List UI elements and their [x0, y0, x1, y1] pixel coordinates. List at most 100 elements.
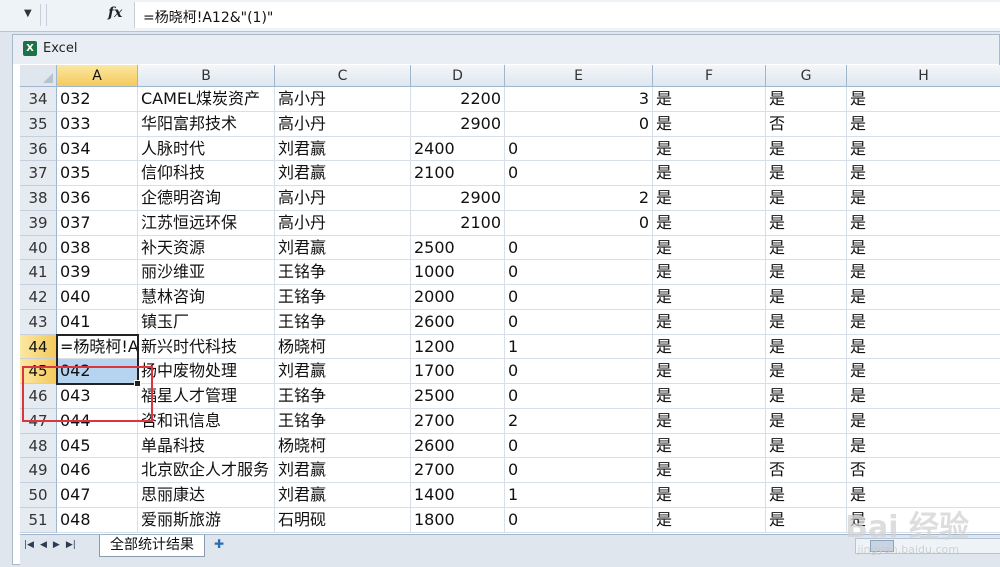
cell-d36[interactable]: 2400 — [411, 136, 505, 162]
cell-e43[interactable]: 0 — [505, 309, 653, 335]
cell-g34[interactable]: 是 — [766, 87, 847, 112]
cell-f44[interactable]: 是 — [653, 334, 766, 360]
cell-c45[interactable]: 刘君赢 — [275, 359, 411, 384]
insert-sheet-icon[interactable]: ✚ — [208, 537, 230, 553]
cell-c50[interactable]: 刘君赢 — [275, 483, 411, 508]
column-header-f[interactable]: F — [653, 65, 766, 87]
cell-b51[interactable]: 爱丽斯旅游 — [138, 507, 275, 533]
cell-d48[interactable]: 2600 — [411, 433, 505, 459]
cell-g40[interactable]: 是 — [766, 235, 847, 261]
cell-c36[interactable]: 刘君赢 — [275, 136, 411, 162]
cell-d45[interactable]: 1700 — [411, 359, 505, 384]
cell-h49[interactable]: 否 — [847, 458, 1000, 483]
cell-b43[interactable]: 镇玉厂 — [138, 309, 275, 335]
cell-a36[interactable]: 034 — [57, 136, 138, 162]
cell-g49[interactable]: 否 — [766, 458, 847, 483]
cell-d50[interactable]: 1400 — [411, 483, 505, 508]
cell-e38[interactable]: 2 — [505, 186, 653, 211]
cell-e34[interactable]: 3 — [505, 87, 653, 112]
cell-c40[interactable]: 刘君赢 — [275, 235, 411, 261]
cell-h42[interactable]: 是 — [847, 285, 1000, 310]
cell-h47[interactable]: 是 — [847, 409, 1000, 434]
cell-b39[interactable]: 江苏恒远环保 — [138, 210, 275, 236]
prev-sheet-icon[interactable]: ◀ — [40, 540, 47, 550]
cell-h34[interactable]: 是 — [847, 87, 1000, 112]
cell-a35[interactable]: 033 — [57, 111, 138, 137]
cell-c38[interactable]: 高小丹 — [275, 186, 411, 211]
cell-b45[interactable]: 扬中废物处理 — [138, 359, 275, 384]
cell-c48[interactable]: 杨晓柯 — [275, 433, 411, 459]
cell-g45[interactable]: 是 — [766, 359, 847, 384]
cell-f47[interactable]: 是 — [653, 408, 766, 434]
cell-f49[interactable]: 是 — [653, 458, 766, 483]
cell-c39[interactable]: 高小丹 — [275, 210, 411, 236]
row-header[interactable]: 38 — [20, 186, 57, 211]
cell-d42[interactable]: 2000 — [411, 285, 505, 310]
cell-b44[interactable]: 新兴时代科技 — [138, 334, 275, 360]
cell-a49[interactable]: 046 — [57, 458, 138, 483]
cell-g35[interactable]: 否 — [766, 111, 847, 137]
row-header[interactable]: 49 — [20, 458, 57, 483]
cell-g47[interactable]: 是 — [766, 408, 847, 434]
spreadsheet-grid[interactable]: A B C D E F G H 34 032 CAMEL煤炭资产 高小丹 2200 3 是是是 35 033 华阳… — [20, 65, 1000, 534]
row-header[interactable]: 35 — [20, 111, 57, 137]
cell-a40[interactable]: 038 — [57, 235, 138, 261]
cell-c46[interactable]: 王铭争 — [275, 384, 411, 409]
cell-g51[interactable]: 是 — [766, 507, 847, 533]
row-header[interactable]: 43 — [20, 309, 57, 335]
row-header[interactable]: 45 — [20, 359, 57, 384]
cell-f39[interactable]: 是 — [653, 210, 766, 236]
cell-f34[interactable]: 是 — [653, 87, 766, 112]
first-sheet-icon[interactable]: |◀ — [24, 540, 34, 550]
column-header-e[interactable]: E — [505, 65, 653, 87]
cell-g37[interactable]: 是 — [766, 161, 847, 186]
cell-h51[interactable]: 是 — [847, 508, 1000, 533]
cell-f41[interactable]: 是 — [653, 260, 766, 285]
cell-f35[interactable]: 是 — [653, 111, 766, 137]
column-header-c[interactable]: C — [275, 65, 411, 87]
cell-e46[interactable]: 0 — [505, 384, 653, 409]
cell-c44[interactable]: 杨晓柯 — [275, 334, 411, 360]
cell-e40[interactable]: 0 — [505, 235, 653, 261]
cell-b42[interactable]: 慧林咨询 — [138, 285, 275, 310]
cell-d40[interactable]: 2500 — [411, 235, 505, 261]
cell-a50[interactable]: 047 — [57, 483, 138, 508]
cell-f43[interactable]: 是 — [653, 309, 766, 335]
cell-e45[interactable]: 0 — [505, 359, 653, 384]
cell-h36[interactable]: 是 — [847, 137, 1000, 162]
cell-c51[interactable]: 石明砚 — [275, 507, 411, 533]
insert-function-button[interactable]: fx — [108, 5, 122, 21]
cell-e39[interactable]: 0 — [505, 210, 653, 236]
cell-g48[interactable]: 是 — [766, 433, 847, 459]
horizontal-scrollbar[interactable] — [855, 538, 1000, 554]
cell-b48[interactable]: 单晶科技 — [138, 433, 275, 459]
cell-c34[interactable]: 高小丹 — [275, 87, 411, 112]
cell-e35[interactable]: 0 — [505, 111, 653, 137]
cell-a51[interactable]: 048 — [57, 507, 138, 533]
cell-e44[interactable]: 1 — [505, 334, 653, 360]
cell-a45[interactable]: 042 — [57, 359, 138, 384]
column-header-b[interactable]: B — [138, 65, 275, 87]
formula-input[interactable]: =杨晓柯!A12&"(1)" — [134, 2, 1000, 28]
cell-c37[interactable]: 刘君赢 — [275, 161, 411, 186]
cell-a48[interactable]: 045 — [57, 433, 138, 459]
row-header[interactable]: 44 — [20, 334, 57, 360]
select-all-button[interactable] — [20, 65, 57, 87]
row-header[interactable]: 50 — [20, 483, 57, 508]
cell-b38[interactable]: 企德明咨询 — [138, 186, 275, 211]
cell-c43[interactable]: 王铭争 — [275, 309, 411, 335]
cell-h38[interactable]: 是 — [847, 186, 1000, 211]
cell-b40[interactable]: 补天资源 — [138, 235, 275, 261]
cell-a44[interactable]: =杨晓柯!A12&"(1)" — [57, 334, 138, 360]
cell-f45[interactable]: 是 — [653, 359, 766, 384]
row-header[interactable]: 34 — [20, 87, 57, 112]
cell-f50[interactable]: 是 — [653, 483, 766, 508]
cell-e42[interactable]: 0 — [505, 285, 653, 310]
cell-d38[interactable]: 2900 — [411, 186, 505, 211]
next-sheet-icon[interactable]: ▶ — [53, 540, 60, 550]
cell-d34[interactable]: 2200 — [411, 87, 505, 112]
cell-e41[interactable]: 0 — [505, 260, 653, 285]
cell-g36[interactable]: 是 — [766, 136, 847, 162]
cell-b47[interactable]: 咨和讯信息 — [138, 408, 275, 434]
cell-e36[interactable]: 0 — [505, 136, 653, 162]
